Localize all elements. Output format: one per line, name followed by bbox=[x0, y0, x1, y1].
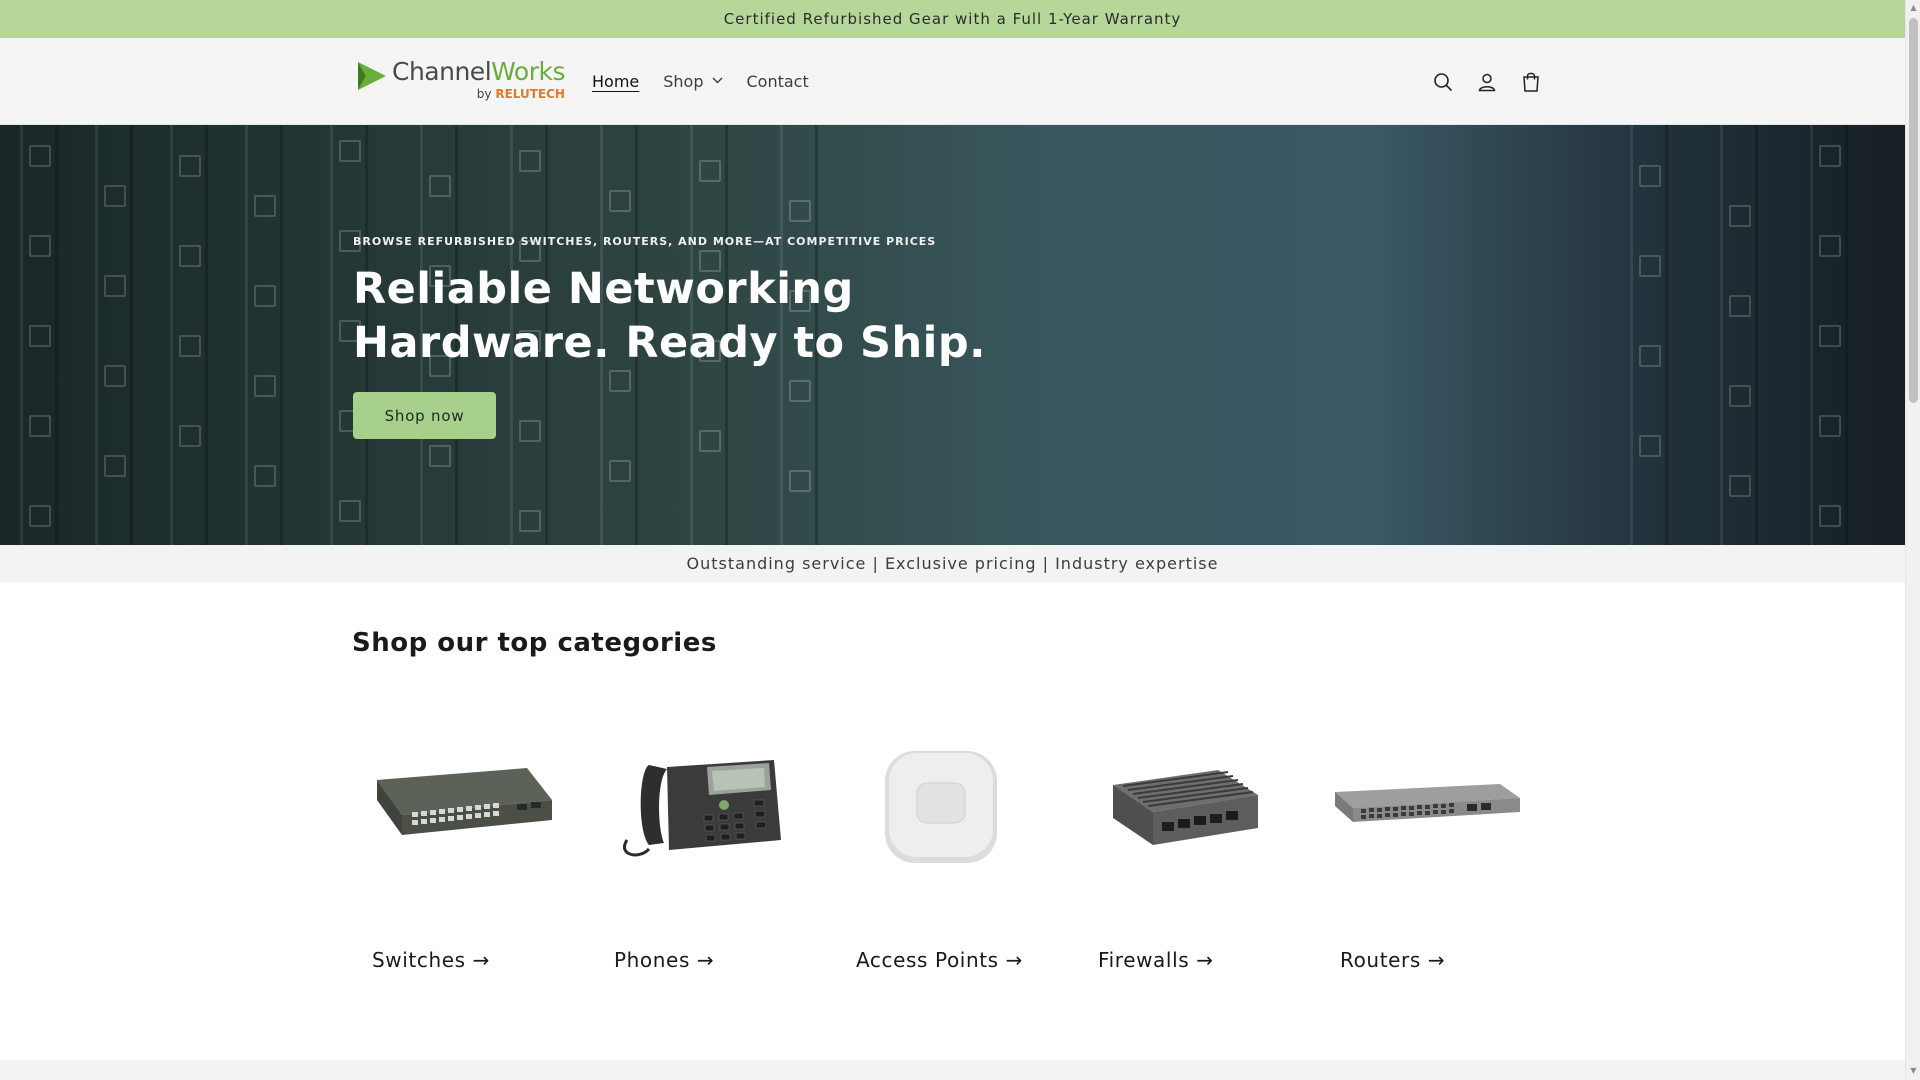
hero-content: BROWSE REFURBISHED SWITCHES, ROUTERS, AN… bbox=[353, 235, 1053, 439]
page-scrollbar[interactable]: ▲ ▼ bbox=[1905, 0, 1920, 1080]
switch-product-image bbox=[352, 720, 562, 890]
category-grid: Switches → Phones → Access Points → Fire… bbox=[352, 720, 1542, 980]
hero-title-line-2: Hardware. Ready to Ship. bbox=[353, 318, 986, 368]
header-actions bbox=[1428, 38, 1546, 125]
categories-heading: Shop our top categories bbox=[352, 628, 717, 658]
scroll-down-arrow-icon[interactable]: ▼ bbox=[1909, 1066, 1918, 1075]
cart-icon[interactable] bbox=[1516, 67, 1546, 97]
phone-product-image bbox=[594, 720, 804, 890]
category-card-phones[interactable]: Phones → bbox=[594, 720, 804, 980]
logo-wordmark: ChannelWorks bbox=[392, 57, 565, 86]
next-section-edge bbox=[0, 1060, 1905, 1080]
category-label-access-points: Access Points → bbox=[856, 948, 1024, 972]
category-card-access-points[interactable]: Access Points → bbox=[836, 720, 1046, 980]
router-product-image bbox=[1320, 720, 1530, 890]
category-label-firewalls: Firewalls → bbox=[1098, 948, 1214, 972]
category-card-firewalls[interactable]: Firewalls → bbox=[1078, 720, 1288, 980]
scroll-up-arrow-icon[interactable]: ▲ bbox=[1909, 3, 1918, 12]
logo-chevron-icon bbox=[356, 58, 390, 98]
announcement-text: Certified Refurbished Gear with a Full 1… bbox=[723, 10, 1182, 28]
category-card-switches[interactable]: Switches → bbox=[352, 720, 562, 980]
hero-title-line-1: Reliable Networking bbox=[353, 264, 854, 314]
hero-banner: BROWSE REFURBISHED SWITCHES, ROUTERS, AN… bbox=[0, 125, 1905, 545]
announcement-bar: Certified Refurbished Gear with a Full 1… bbox=[0, 0, 1905, 38]
value-proposition-text: Outstanding service | Exclusive pricing … bbox=[686, 554, 1219, 573]
hero-eyebrow: BROWSE REFURBISHED SWITCHES, ROUTERS, AN… bbox=[353, 235, 937, 248]
nav-home-label: Home bbox=[592, 72, 640, 91]
main-nav: Home Shop Contact bbox=[592, 38, 833, 125]
nav-home[interactable]: Home bbox=[592, 72, 639, 91]
nav-contact-label: Contact bbox=[746, 72, 809, 91]
access-point-product-image bbox=[836, 720, 1046, 890]
value-proposition-bar: Outstanding service | Exclusive pricing … bbox=[0, 545, 1905, 582]
search-icon[interactable] bbox=[1428, 67, 1458, 97]
account-icon[interactable] bbox=[1472, 67, 1502, 97]
logo[interactable]: ChannelWorks by RELUTECH bbox=[356, 58, 565, 106]
chevron-down-icon bbox=[712, 76, 723, 87]
nav-shop[interactable]: Shop bbox=[663, 72, 722, 91]
firewall-product-image bbox=[1078, 720, 1288, 890]
nav-contact[interactable]: Contact bbox=[747, 72, 809, 91]
category-label-phones: Phones → bbox=[614, 948, 715, 972]
site-header: ChannelWorks by RELUTECH Home Shop Conta… bbox=[0, 38, 1905, 125]
nav-shop-label: Shop bbox=[663, 72, 704, 91]
category-label-routers: Routers → bbox=[1340, 948, 1446, 972]
logo-tagline: by RELUTECH bbox=[476, 87, 565, 101]
hero-title: Reliable Networking Hardware. Ready to S… bbox=[353, 262, 1053, 370]
category-card-routers[interactable]: Routers → bbox=[1320, 720, 1530, 980]
shop-now-button[interactable]: Shop now bbox=[353, 392, 496, 439]
scrollbar-thumb[interactable] bbox=[1909, 18, 1918, 403]
category-label-switches: Switches → bbox=[372, 948, 490, 972]
